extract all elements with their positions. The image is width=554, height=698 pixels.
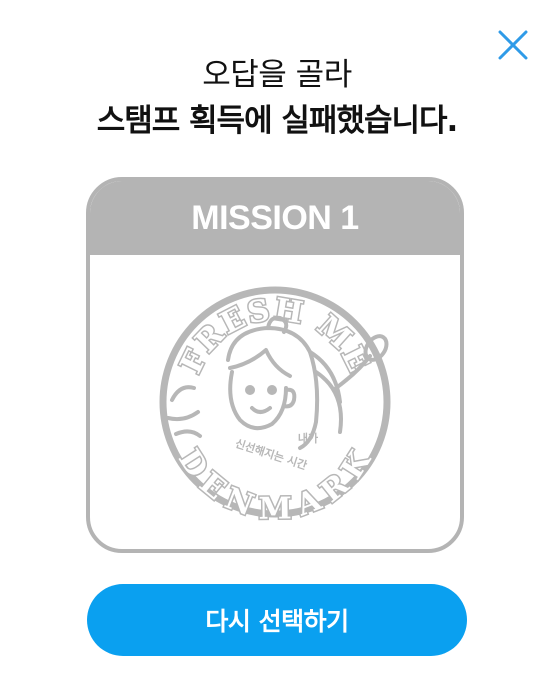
mission-card-header: MISSION 1 (90, 181, 460, 255)
fresh-me-denmark-stamp: FRESH ME DENMARK 내가 신선해지는 시간 (159, 286, 391, 528)
retry-select-button-label: 다시 선택하기 (205, 607, 349, 636)
result-title: 오답을 골라 스탬프 획득에 실패했습니다. (0, 52, 554, 144)
title-line-1: 오답을 골라 (202, 57, 352, 93)
retry-select-button[interactable]: 다시 선택하기 (87, 584, 467, 656)
stamp-result-dialog: 오답을 골라 스탬프 획득에 실패했습니다. MISSION 1 FRESH M… (0, 0, 554, 698)
title-line-2: 스탬프 획득에 실패했습니다. (96, 103, 459, 139)
mission-label: MISSION 1 (191, 198, 359, 237)
stamp-tagline-line1: 내가 (298, 431, 318, 445)
mission-card-body: FRESH ME DENMARK 내가 신선해지는 시간 (90, 255, 460, 549)
mission-card: MISSION 1 FRESH ME DENMARK 내가 신선해지는 시간 (86, 177, 464, 553)
